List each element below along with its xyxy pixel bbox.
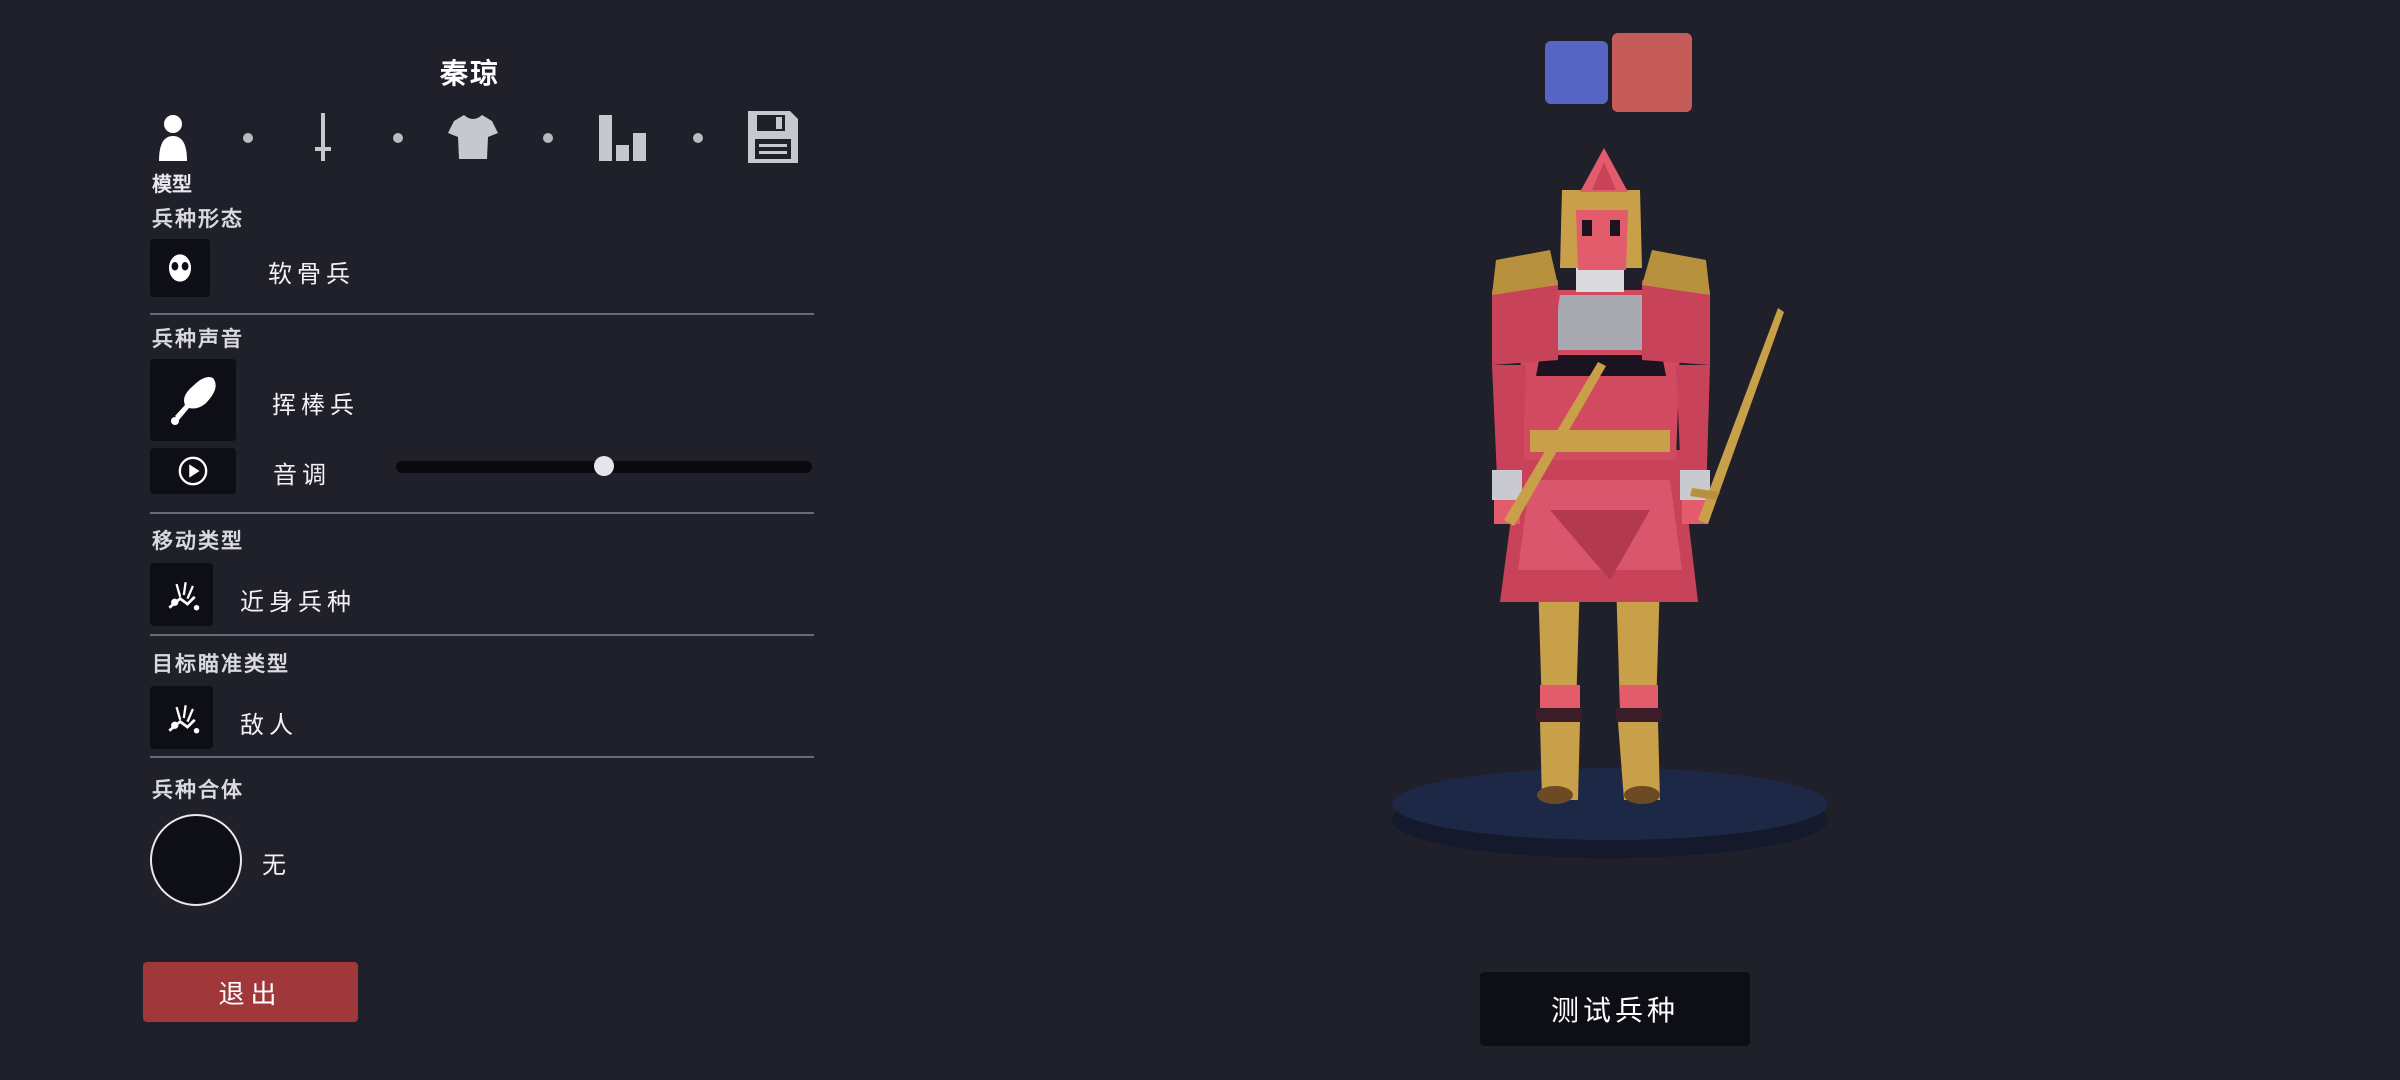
- melee-unit-icon: [167, 581, 199, 610]
- play-icon: [178, 456, 208, 486]
- tab-separator-dot: [543, 133, 553, 143]
- tab-separator-dot: [693, 133, 703, 143]
- team-color-red[interactable]: [1612, 33, 1692, 112]
- section-divider: [150, 756, 814, 758]
- pitch-slider-handle[interactable]: [594, 456, 614, 476]
- unit-form-selector[interactable]: [150, 239, 210, 297]
- section-divider: [150, 634, 814, 636]
- tab-separator-dot: [393, 133, 403, 143]
- unit-voice-title: 兵种声音: [152, 327, 244, 351]
- skull-mask-icon: [168, 254, 192, 282]
- unit-voice-value: 挥棒兵: [272, 391, 359, 419]
- targeting-type-selector[interactable]: [150, 686, 213, 749]
- unit-form-value: 软骨兵: [268, 260, 355, 288]
- movement-type-selector[interactable]: [150, 563, 213, 626]
- bar-chart-icon: [599, 115, 646, 161]
- tab-save[interactable]: [745, 107, 801, 167]
- sword-icon: [315, 113, 331, 161]
- section-divider: [150, 313, 814, 315]
- exit-button[interactable]: 退出: [143, 962, 358, 1022]
- targeting-type-value: 敌人: [240, 711, 298, 739]
- club-icon: [171, 377, 216, 425]
- team-color-blue[interactable]: [1545, 41, 1608, 104]
- tab-weapons[interactable]: [295, 107, 351, 167]
- unit-voice-selector[interactable]: [150, 359, 236, 441]
- tab-clothing[interactable]: [445, 107, 501, 167]
- section-divider: [150, 512, 814, 514]
- active-tab-caption: 模型: [152, 172, 192, 196]
- tab-separator-dot: [243, 133, 253, 143]
- melee-unit-icon: [167, 704, 199, 733]
- shirt-icon: [448, 115, 498, 159]
- unit-preview-model[interactable]: [1380, 140, 1840, 870]
- movement-type-value: 近身兵种: [240, 588, 356, 616]
- tab-model[interactable]: [145, 107, 201, 167]
- movement-type-title: 移动类型: [152, 529, 244, 553]
- pitch-label: 音调: [273, 461, 331, 489]
- tab-stats[interactable]: [595, 107, 651, 167]
- unit-form-title: 兵种形态: [152, 207, 244, 231]
- unit-combine-selector[interactable]: [150, 814, 242, 906]
- play-voice-button[interactable]: [150, 448, 236, 494]
- unit-combine-title: 兵种合体: [152, 778, 244, 802]
- test-unit-button[interactable]: 测试兵种: [1480, 972, 1750, 1046]
- floppy-disk-icon: [748, 111, 798, 163]
- unit-name-title[interactable]: 秦琼: [350, 52, 590, 92]
- person-icon: [159, 115, 187, 161]
- targeting-type-title: 目标瞄准类型: [152, 652, 290, 676]
- unit-combine-value: 无: [262, 851, 291, 879]
